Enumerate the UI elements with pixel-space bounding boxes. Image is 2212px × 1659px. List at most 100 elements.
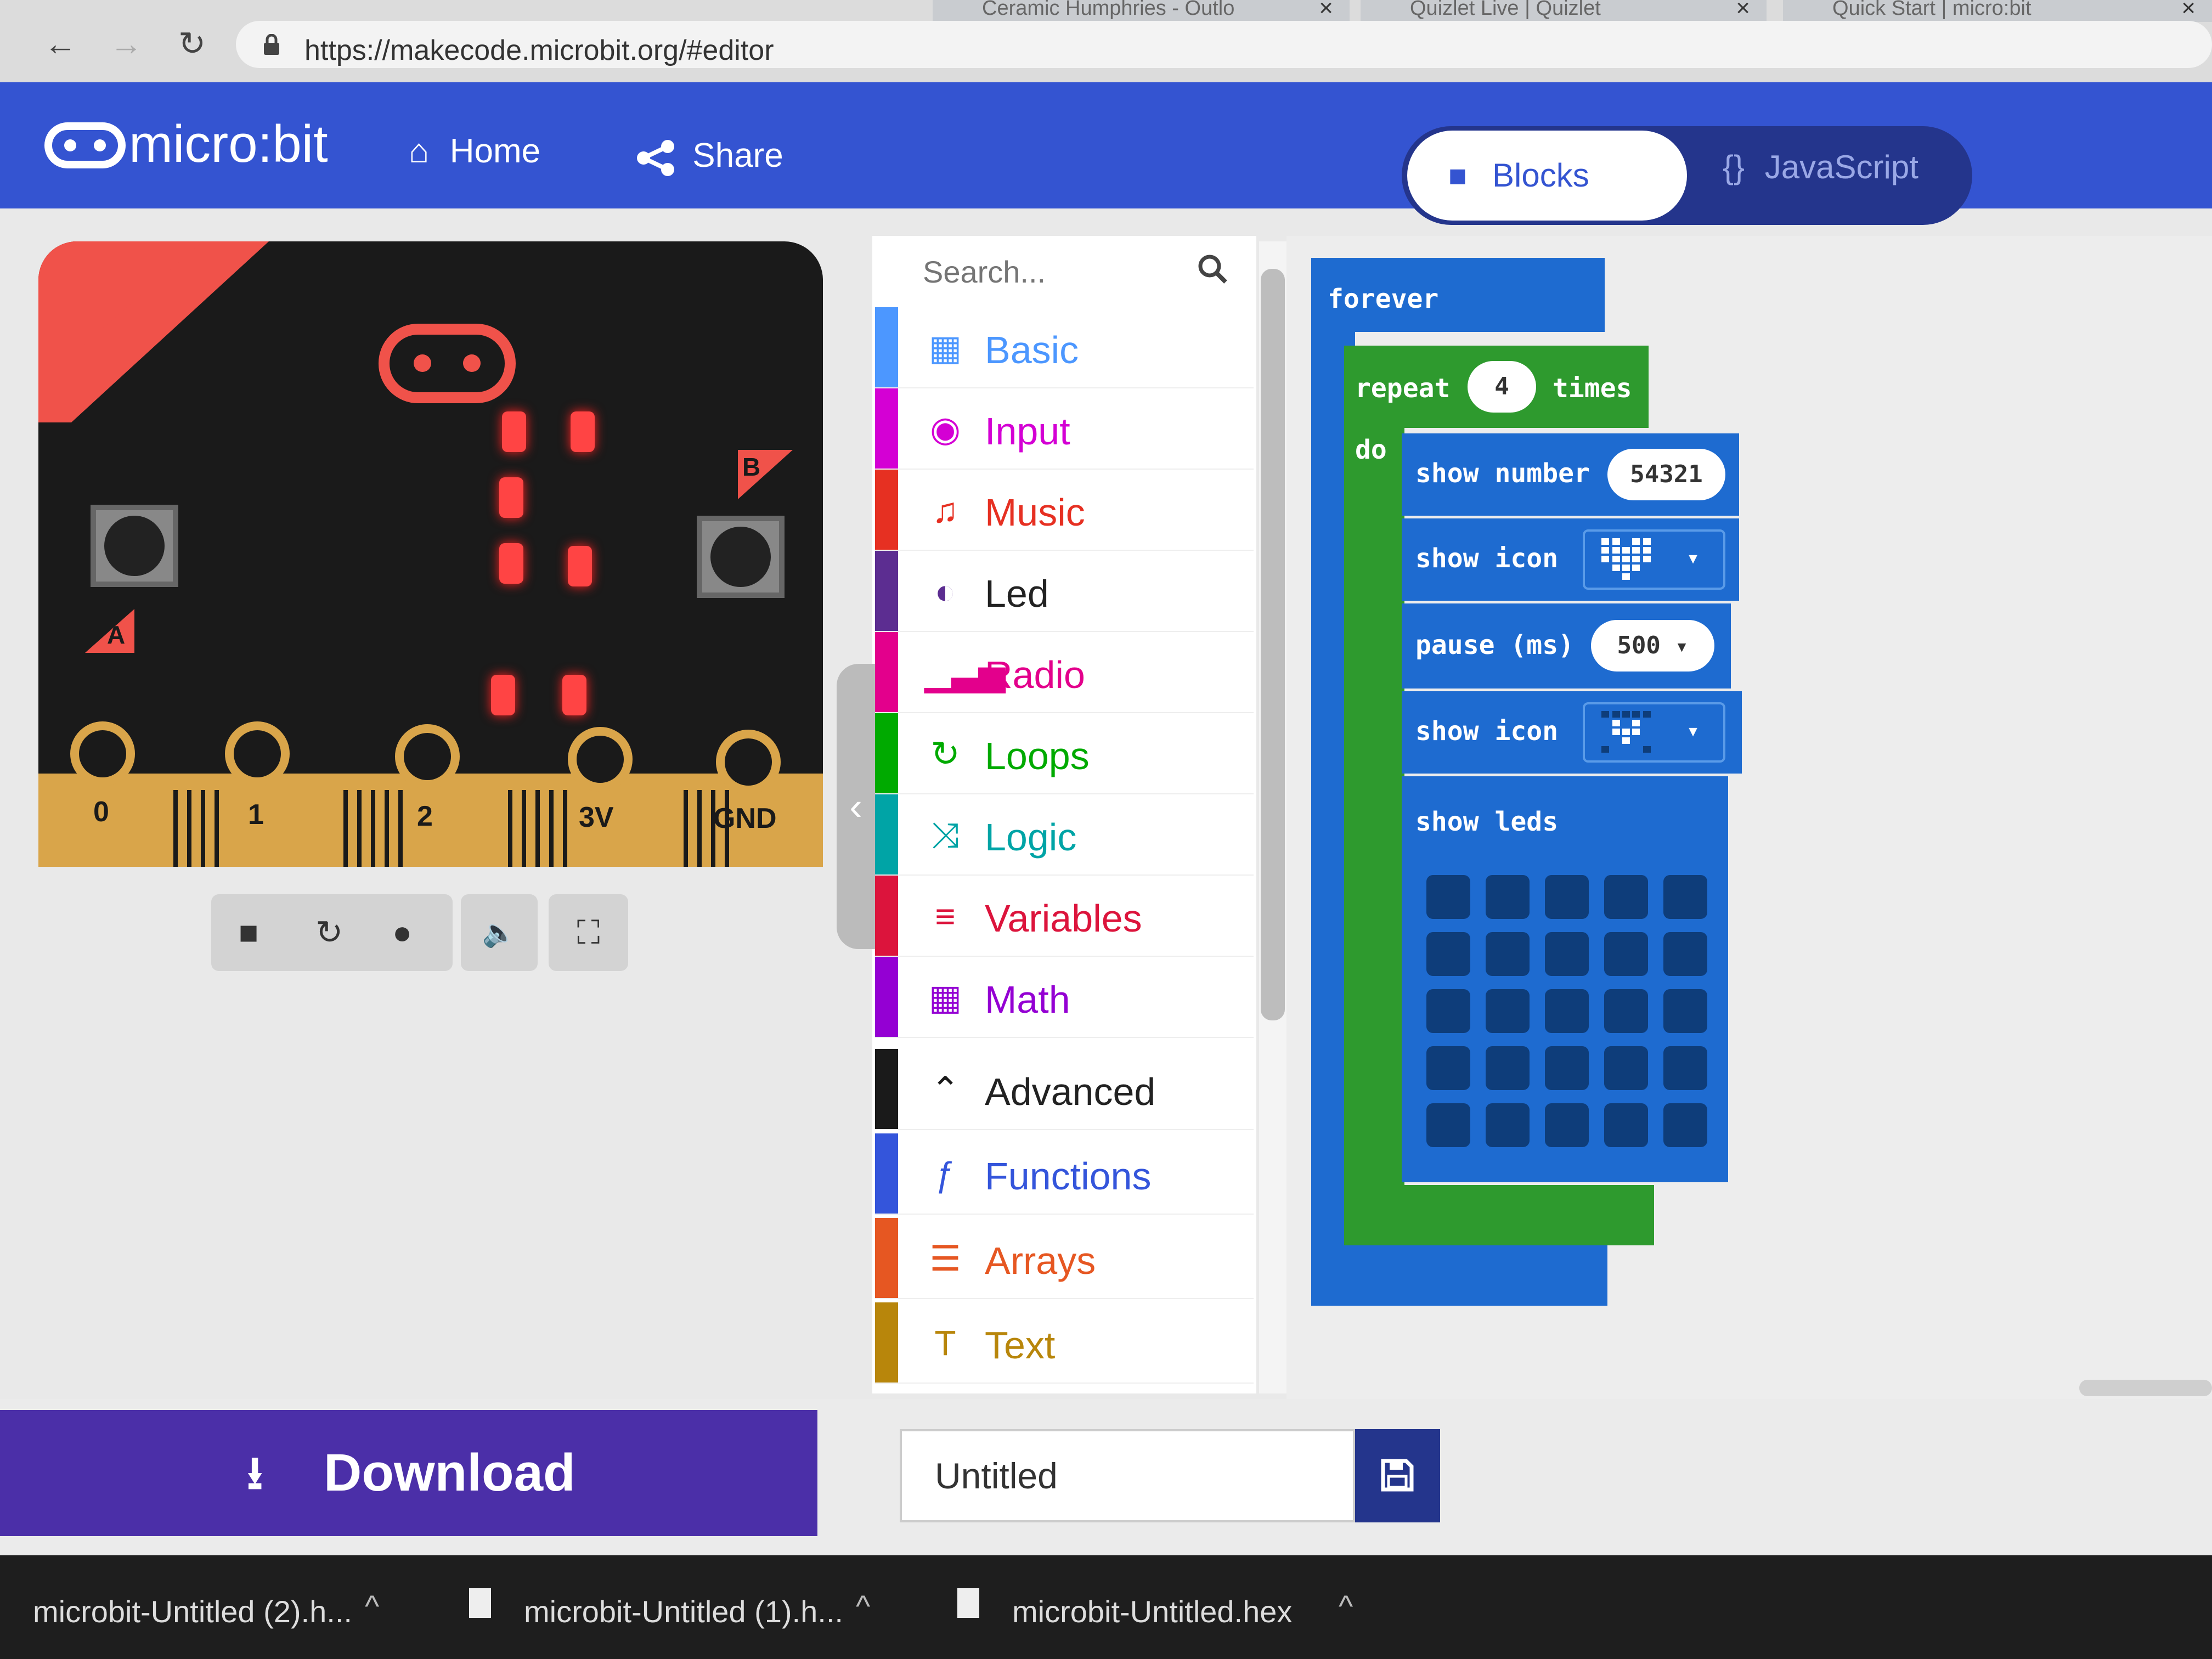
download-item[interactable]: microbit-Untitled (1).h... <box>524 1594 843 1629</box>
led-cell[interactable] <box>1604 1103 1648 1147</box>
led-cell[interactable] <box>1486 989 1530 1033</box>
category-radio[interactable]: ▁▃▅ Radio <box>875 632 1254 713</box>
collapse-simulator-button[interactable]: ‹ <box>837 664 875 949</box>
browser-tab[interactable]: Quick Start | micro:bit × <box>1783 0 2212 22</box>
javascript-button[interactable]: {} JavaScript <box>1723 148 1918 186</box>
show-leds-block[interactable]: show leds <box>1402 776 1728 1182</box>
led-cell[interactable] <box>1545 1046 1589 1090</box>
category-advanced[interactable]: ⌃ Advanced <box>875 1049 1254 1130</box>
led-cell[interactable] <box>1426 932 1470 976</box>
times-label: times <box>1553 373 1632 404</box>
show-icon-block[interactable]: show icon ▾ <box>1402 691 1742 774</box>
button-b[interactable] <box>697 516 785 598</box>
pause-block[interactable]: pause (ms) 500 ▾ <box>1402 603 1731 689</box>
category-loops[interactable]: ↻ Loops <box>875 713 1254 794</box>
category-input[interactable]: ◉ Input <box>875 388 1254 470</box>
toolbox-search-input[interactable] <box>922 244 1207 299</box>
repeat-count-input[interactable]: 4 <box>1468 361 1536 413</box>
forever-block[interactable]: forever <box>1311 258 1605 332</box>
repeat-block[interactable]: repeat 4 times <box>1344 346 1649 428</box>
forward-icon[interactable]: → <box>104 22 148 66</box>
target-icon: ◉ <box>930 409 961 449</box>
close-tab-icon[interactable]: × <box>2181 0 2196 20</box>
chevron-up-icon[interactable]: ^ <box>856 1588 870 1624</box>
led-cell[interactable] <box>1663 1046 1707 1090</box>
sound-icon[interactable]: 🔈 <box>461 894 538 971</box>
search-icon[interactable] <box>1196 252 1229 285</box>
category-math[interactable]: ▦ Math <box>875 957 1254 1038</box>
category-basic[interactable]: ▦ Basic <box>875 307 1254 388</box>
download-item[interactable]: microbit-Untitled.hex <box>1012 1594 1292 1629</box>
led-cell[interactable] <box>1426 989 1470 1033</box>
icon-dropdown[interactable]: ▾ <box>1583 529 1725 590</box>
browser-tab[interactable]: Quizlet Live | Quizlet × <box>1361 0 1767 22</box>
pin-3v-pad[interactable] <box>568 727 633 792</box>
led-cell[interactable] <box>1663 989 1707 1033</box>
share-button[interactable]: Share <box>634 136 783 177</box>
microbit-face-logo-icon[interactable] <box>379 324 516 403</box>
led-cell[interactable] <box>1426 875 1470 919</box>
stop-icon[interactable]: ■ <box>239 894 258 971</box>
show-icon-block[interactable]: show icon ▾ <box>1402 518 1739 601</box>
logo-text[interactable]: micro:bit <box>129 114 328 174</box>
browser-tab[interactable]: Ceramic Humphries - Outlo × <box>933 0 1350 22</box>
reload-icon[interactable]: ↻ <box>170 22 214 66</box>
pin-1-pad[interactable] <box>225 721 290 786</box>
show-number-block[interactable]: show number 54321 <box>1402 433 1739 516</box>
chevron-up-icon[interactable]: ^ <box>1339 1588 1353 1624</box>
pin-gnd-pad[interactable] <box>716 730 781 794</box>
led-on <box>568 546 592 586</box>
led-cell[interactable] <box>1545 1103 1589 1147</box>
restart-icon[interactable]: ↻ <box>315 894 343 971</box>
do-label: do <box>1355 435 1387 465</box>
pin-2-pad[interactable] <box>395 724 460 789</box>
category-led[interactable]: ◐ Led <box>875 551 1254 632</box>
led-cell[interactable] <box>1663 932 1707 976</box>
number-input[interactable]: 54321 <box>1607 449 1725 500</box>
led-cell[interactable] <box>1486 932 1530 976</box>
close-tab-icon[interactable]: × <box>1319 0 1333 20</box>
save-button[interactable] <box>1355 1429 1440 1522</box>
category-arrays[interactable]: ☰ Arrays <box>875 1218 1254 1299</box>
button-a[interactable] <box>91 505 178 587</box>
toolbox-scroll-thumb[interactable] <box>1261 269 1285 1020</box>
led-cell[interactable] <box>1663 875 1707 919</box>
led-cell[interactable] <box>1426 1046 1470 1090</box>
chevron-up-icon[interactable]: ^ <box>365 1588 379 1624</box>
category-color-bar <box>875 713 898 793</box>
led-cell[interactable] <box>1663 1103 1707 1147</box>
microbit-logo-icon[interactable] <box>44 118 126 173</box>
icon-dropdown[interactable]: ▾ <box>1583 702 1725 763</box>
category-logic[interactable]: ⤨ Logic <box>875 794 1254 876</box>
led-cell[interactable] <box>1426 1103 1470 1147</box>
download-button[interactable]: ⭳ Download <box>0 1410 817 1536</box>
led-cell[interactable] <box>1604 875 1648 919</box>
category-label: Led <box>985 572 1049 615</box>
led-cell[interactable] <box>1604 1046 1648 1090</box>
category-variables[interactable]: ≡ Variables <box>875 876 1254 957</box>
project-name-input[interactable] <box>900 1429 1355 1522</box>
workspace-scrollbar[interactable] <box>2079 1380 2212 1396</box>
download-item[interactable]: microbit-Untitled (2).h... <box>33 1594 352 1629</box>
led-cell[interactable] <box>1604 932 1648 976</box>
pause-value-dropdown[interactable]: 500 ▾ <box>1591 620 1714 672</box>
led-cell[interactable] <box>1604 989 1648 1033</box>
category-music[interactable]: ♫ Music <box>875 470 1254 551</box>
pin-0-pad[interactable] <box>70 721 135 786</box>
led-cell[interactable] <box>1545 875 1589 919</box>
back-icon[interactable]: ← <box>38 22 82 66</box>
tab-title: Ceramic Humphries - Outlo <box>982 0 1235 20</box>
debug-icon[interactable]: ● <box>392 894 412 971</box>
led-cell[interactable] <box>1486 1103 1530 1147</box>
category-text[interactable]: T Text <box>875 1302 1254 1384</box>
led-cell[interactable] <box>1545 932 1589 976</box>
close-tab-icon[interactable]: × <box>1736 0 1750 20</box>
fullscreen-icon[interactable]: ⛶ <box>549 894 628 971</box>
category-functions[interactable]: ƒ Functions <box>875 1133 1254 1215</box>
blocks-button[interactable]: ■ Blocks <box>1407 131 1687 221</box>
category-color-bar <box>875 876 898 956</box>
led-cell[interactable] <box>1486 875 1530 919</box>
led-cell[interactable] <box>1486 1046 1530 1090</box>
led-cell[interactable] <box>1545 989 1589 1033</box>
home-button[interactable]: ⌂ Home <box>409 132 540 171</box>
